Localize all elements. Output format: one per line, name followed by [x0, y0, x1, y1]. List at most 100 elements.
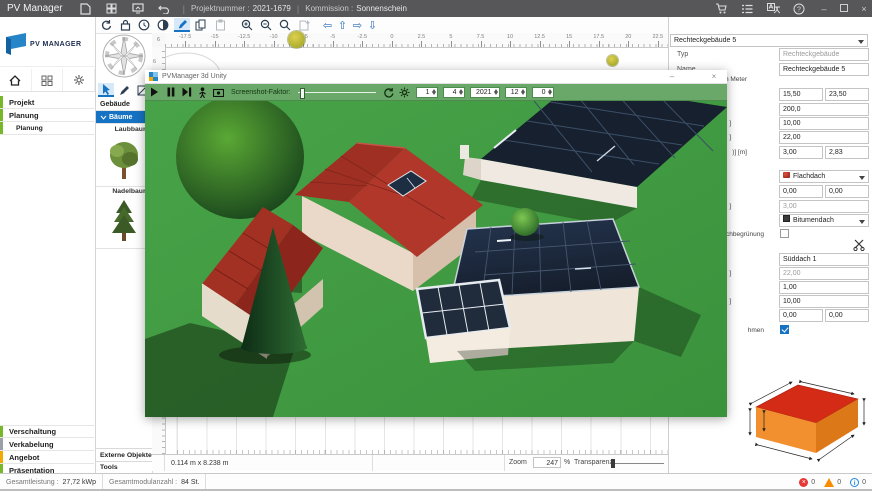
- window-minimize-button[interactable]: –: [816, 4, 832, 14]
- pause-icon[interactable]: [164, 86, 177, 99]
- unity-window-titlebar[interactable]: PVManager 3d Unity – ×: [145, 70, 727, 84]
- screenshot-icon[interactable]: [212, 86, 225, 99]
- select-cursor-icon[interactable]: [98, 83, 114, 97]
- app-title: PV Manager: [7, 3, 63, 14]
- sidebar-item-planung-sub[interactable]: Planung: [0, 122, 94, 135]
- roof-param1-field[interactable]: 1,00: [779, 281, 869, 294]
- undo-icon[interactable]: [155, 2, 173, 15]
- unity-3d-viewport[interactable]: [145, 101, 727, 417]
- sidebar-item-planung[interactable]: Planung: [0, 109, 94, 122]
- apply-checkbox[interactable]: [780, 325, 789, 334]
- pan-right-icon[interactable]: ⇨: [350, 19, 365, 32]
- sidebar-item-verschaltung[interactable]: Verschaltung: [0, 425, 94, 438]
- unity-close-button[interactable]: ×: [707, 72, 721, 81]
- roof-offset-b-field[interactable]: 0,00: [825, 309, 869, 322]
- chevron-down-icon: [100, 115, 107, 120]
- unity-3d-window: PVManager 3d Unity – × Screenshot-Faktor…: [145, 70, 727, 417]
- month-spinner[interactable]: 4: [443, 87, 465, 98]
- lock-tool-icon[interactable]: [117, 18, 133, 32]
- paste-icon[interactable]: [212, 18, 228, 32]
- roof-name-field[interactable]: Süddach 1: [779, 253, 869, 266]
- zoom-out-icon[interactable]: [258, 18, 274, 32]
- dimension-a-field[interactable]: 15,50: [779, 88, 823, 101]
- infos-counter[interactable]: i0: [850, 478, 866, 487]
- tab-modules[interactable]: [32, 69, 64, 91]
- tool-mode-row: [96, 82, 152, 99]
- vruler-label: 6: [153, 59, 156, 65]
- dimension-b-field[interactable]: 23,50: [825, 88, 869, 101]
- slider-thumb[interactable]: [300, 88, 305, 99]
- errors-counter[interactable]: ×0: [799, 478, 815, 487]
- export-icon[interactable]: [296, 18, 312, 32]
- roof-param2-field[interactable]: 10,00: [779, 295, 869, 308]
- draw-pen-icon[interactable]: [116, 83, 132, 97]
- skip-icon[interactable]: [180, 86, 193, 99]
- new-document-icon[interactable]: [77, 2, 95, 15]
- greening-checkbox[interactable]: [780, 229, 789, 238]
- scissors-icon[interactable]: [853, 239, 865, 251]
- window-close-button[interactable]: ×: [856, 4, 872, 14]
- length-field[interactable]: 22,00: [779, 131, 869, 144]
- sync-icon[interactable]: [382, 86, 395, 99]
- day-spinner[interactable]: 1: [416, 87, 438, 98]
- contrast-icon[interactable]: [155, 18, 171, 32]
- clock-icon[interactable]: [136, 18, 152, 32]
- window-restore-button[interactable]: [836, 4, 852, 14]
- ruler-corner: 6: [152, 33, 166, 48]
- canvas-statusbar: 0.114 m x 8.238 m Zoom 247 % Transparenz: [152, 454, 668, 471]
- name-field[interactable]: Rechteckgebäude 5: [779, 63, 869, 76]
- warnings-counter[interactable]: 0: [824, 478, 841, 487]
- logo-text: PV MANAGER: [30, 41, 81, 48]
- zoom-in-icon[interactable]: [239, 18, 255, 32]
- pen-tool-icon[interactable]: [174, 18, 190, 32]
- play-icon[interactable]: [148, 86, 161, 99]
- year-spinner[interactable]: 2021: [470, 87, 500, 98]
- person-icon[interactable]: [196, 86, 209, 99]
- zoom-value-field[interactable]: 247: [533, 457, 561, 468]
- roof-material-select[interactable]: Bitumendach: [779, 214, 869, 227]
- help-icon[interactable]: ?: [790, 2, 808, 15]
- modules-grid-icon[interactable]: [103, 2, 121, 15]
- unity-minimize-button[interactable]: –: [665, 72, 679, 81]
- ruler-tick: -12.5: [229, 34, 259, 40]
- section-tools[interactable]: Tools: [96, 461, 152, 473]
- pan-left-icon[interactable]: ⇦: [320, 19, 335, 32]
- width-field[interactable]: 10,00: [779, 117, 869, 130]
- screenshot-factor-slider[interactable]: [298, 86, 376, 99]
- divider: |: [297, 4, 299, 14]
- copy-icon[interactable]: [193, 18, 209, 32]
- section-gebaeude[interactable]: Gebäude: [96, 98, 152, 111]
- sidebar-item-angebot[interactable]: Angebot: [0, 451, 94, 464]
- height1-field[interactable]: 3,00: [779, 146, 823, 159]
- building-select[interactable]: Rechteckgebäude 5: [670, 34, 868, 47]
- tab-home[interactable]: [0, 69, 32, 91]
- translate-icon[interactable]: [764, 2, 782, 15]
- roof-value-a-field[interactable]: 0,00: [779, 185, 823, 198]
- tree-item-nadelbaum[interactable]: Nadelbaum: [96, 186, 152, 249]
- tab-settings[interactable]: [63, 69, 95, 91]
- ruler-tick: -5: [318, 34, 348, 40]
- transparency-slider[interactable]: [610, 463, 664, 464]
- settings-gear-icon[interactable]: [398, 86, 411, 99]
- minute-spinner[interactable]: 0: [532, 87, 554, 98]
- hour-spinner[interactable]: 12: [505, 87, 527, 98]
- tree-item-laubbaum[interactable]: Laubbaum: [96, 124, 152, 187]
- transparency-slider-thumb[interactable]: [611, 459, 615, 468]
- sidebar-item-projekt[interactable]: Projekt: [0, 96, 94, 109]
- height2-field[interactable]: 2,83: [825, 146, 869, 159]
- area-field[interactable]: 200,0: [779, 103, 869, 116]
- sidebar-item-verkabelung[interactable]: Verkabelung: [0, 438, 94, 451]
- rotate-tool-icon[interactable]: [98, 18, 114, 32]
- section-baeume[interactable]: Bäume: [96, 111, 152, 124]
- roof-offset-a-field[interactable]: 0,00: [779, 309, 823, 322]
- roof-type-select[interactable]: Flachdach: [779, 170, 869, 183]
- section-externe-objekte[interactable]: Externe Objekte: [96, 448, 152, 461]
- screen-share-icon[interactable]: [129, 2, 147, 15]
- 3d-scene: [145, 101, 727, 417]
- pan-down-icon[interactable]: ⇩: [365, 19, 380, 32]
- pan-up-icon[interactable]: ⇧: [335, 19, 350, 32]
- list-icon[interactable]: [738, 2, 756, 15]
- cart-icon[interactable]: [712, 2, 730, 15]
- zoom-fit-icon[interactable]: [277, 18, 293, 32]
- roof-value-b-field[interactable]: 0,00: [825, 185, 869, 198]
